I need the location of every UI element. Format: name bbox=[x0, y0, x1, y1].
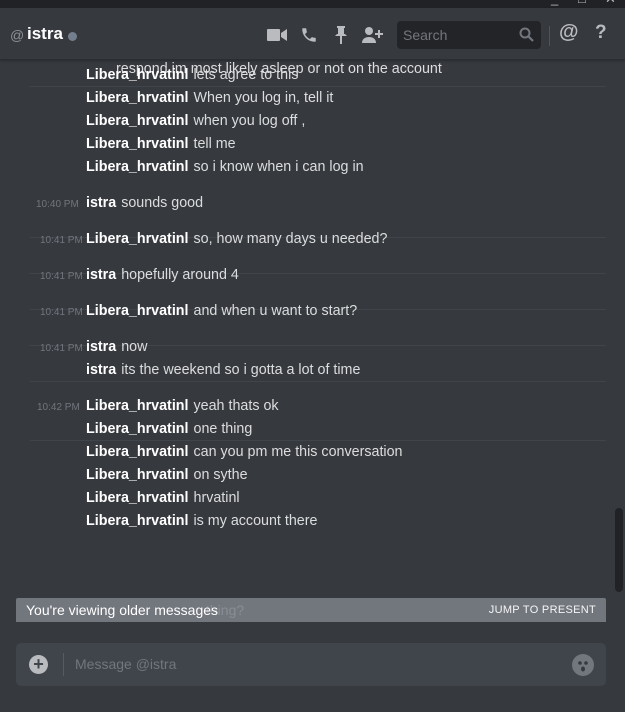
message-author[interactable]: Libera_hrvatinl bbox=[86, 90, 189, 106]
message-author[interactable]: Libera_hrvatinl bbox=[86, 467, 189, 483]
message-row: Libera_hrvatinl is my account there bbox=[86, 513, 317, 529]
message-author[interactable]: istra bbox=[86, 339, 116, 355]
message-timestamp: 10:41 PM bbox=[40, 343, 83, 354]
message-row: istra now bbox=[86, 339, 147, 355]
message-author[interactable]: Libera_hrvatinl bbox=[86, 490, 189, 506]
pin-icon[interactable] bbox=[330, 24, 352, 46]
message-text: so, how many days u needed? bbox=[193, 231, 388, 247]
older-messages-text: You're viewing older messages bbox=[26, 602, 219, 618]
minimize-icon[interactable]: _ bbox=[551, 0, 558, 6]
add-friend-icon[interactable] bbox=[362, 24, 384, 46]
message-row: Libera_hrvatinl so, how many days u neede… bbox=[86, 231, 387, 247]
message-input[interactable]: Message @istra bbox=[75, 656, 176, 672]
maximize-icon[interactable]: □ bbox=[578, 0, 586, 6]
message-text: on sythe bbox=[193, 467, 248, 483]
mentions-icon[interactable]: @ bbox=[559, 21, 579, 44]
message-row: Libera_hrvatinl hrvatinl bbox=[86, 490, 240, 506]
message-timestamp: 10:41 PM bbox=[40, 307, 83, 318]
message-text: now bbox=[121, 339, 148, 355]
close-window-icon[interactable]: ✕ bbox=[605, 0, 616, 6]
emoji-picker-icon[interactable] bbox=[572, 654, 594, 676]
video-call-icon[interactable] bbox=[266, 24, 288, 46]
message-group-divider bbox=[30, 381, 606, 382]
message-author[interactable]: Libera_hrvatinl bbox=[86, 113, 189, 129]
message-text: hopefully around 4 bbox=[121, 267, 239, 283]
composer-divider bbox=[63, 653, 64, 676]
message-timestamp: 10:41 PM bbox=[40, 271, 83, 282]
message-text: its the weekend so i gotta a lot of time bbox=[121, 362, 361, 378]
dm-at-icon: @ bbox=[10, 27, 25, 43]
message-timestamp: 10:42 PM bbox=[37, 402, 80, 413]
message-list: respond im most likely asleep or not on … bbox=[0, 60, 625, 622]
message-row: istra its the weekend so i gotta a lot of… bbox=[86, 362, 360, 378]
message-author[interactable]: istra bbox=[86, 267, 116, 283]
message-row: Libera_hrvatinl on sythe bbox=[86, 467, 248, 483]
message-text: one thing bbox=[193, 421, 253, 437]
message-row: Libera_hrvatinl When you log in, tell it bbox=[86, 90, 333, 106]
message-text: hrvatinl bbox=[193, 490, 240, 506]
message-row: Libera_hrvatinl lets agree to this bbox=[86, 67, 298, 83]
message-author[interactable]: Libera_hrvatinl bbox=[86, 421, 189, 437]
message-row: Libera_hrvatinl yeah thats ok bbox=[86, 398, 279, 414]
status-indicator bbox=[68, 32, 77, 41]
message-row: Libera_hrvatinl when you log off , bbox=[86, 113, 305, 129]
message-text: yeah thats ok bbox=[193, 398, 279, 414]
window-titlebar: _ □ ✕ bbox=[0, 0, 625, 8]
message-author[interactable]: Libera_hrvatinl bbox=[86, 303, 189, 319]
message-row: Libera_hrvatinl can you pm me this conver… bbox=[86, 444, 403, 460]
message-author[interactable]: istra bbox=[86, 195, 116, 211]
message-timestamp: 10:41 PM bbox=[40, 235, 83, 246]
message-text: is my account there bbox=[193, 513, 318, 529]
message-text: sounds good bbox=[121, 195, 204, 211]
message-group-divider bbox=[30, 440, 606, 441]
message-author[interactable]: Libera_hrvatinl bbox=[86, 67, 189, 83]
voice-call-icon[interactable] bbox=[298, 24, 320, 46]
message-row: istra hopefully around 4 bbox=[86, 267, 239, 283]
message-text: when you log off , bbox=[193, 113, 306, 129]
message-row: istra sounds good bbox=[86, 195, 203, 211]
jump-to-present-button[interactable]: JUMP TO PRESENT bbox=[489, 604, 596, 616]
message-author[interactable]: Libera_hrvatinl bbox=[86, 159, 189, 175]
message-author[interactable]: Libera_hrvatinl bbox=[86, 398, 189, 414]
message-author[interactable]: Libera_hrvatinl bbox=[86, 136, 189, 152]
search-placeholder: Search bbox=[403, 27, 448, 43]
header-divider bbox=[549, 26, 550, 46]
message-row: Libera_hrvatinl so i know when i can log … bbox=[86, 159, 364, 175]
message-author[interactable]: Libera_hrvatinl bbox=[86, 444, 189, 460]
message-author[interactable]: Libera_hrvatinl bbox=[86, 513, 189, 529]
message-group-divider bbox=[30, 86, 606, 87]
message-timestamp: 10:40 PM bbox=[36, 199, 79, 210]
scrollbar-thumb[interactable] bbox=[615, 508, 623, 592]
message-author[interactable]: Libera_hrvatinl bbox=[86, 231, 189, 247]
channel-name: istra bbox=[27, 24, 63, 43]
message-text: When you log in, tell it bbox=[193, 90, 334, 106]
message-text: and when u want to start? bbox=[193, 303, 358, 319]
help-icon[interactable]: ? bbox=[595, 22, 607, 44]
message-composer[interactable]: + Message @istra bbox=[16, 643, 606, 686]
message-row: Libera_hrvatinl one thing bbox=[86, 421, 252, 437]
message-text: lets agree to this bbox=[193, 67, 299, 83]
older-messages-bar: thing? You're viewing older messages JUM… bbox=[16, 598, 606, 622]
channel-header: @ istra Search @ ? bbox=[0, 8, 625, 60]
upload-plus-icon[interactable]: + bbox=[29, 655, 48, 674]
message-row: Libera_hrvatinl and when u want to start? bbox=[86, 303, 357, 319]
message-text: can you pm me this conversation bbox=[193, 444, 403, 460]
search-input[interactable]: Search bbox=[397, 21, 541, 49]
message-author[interactable]: istra bbox=[86, 362, 116, 378]
message-text: tell me bbox=[193, 136, 236, 152]
message-row: Libera_hrvatinl tell me bbox=[86, 136, 236, 152]
message-text: so i know when i can log in bbox=[193, 159, 364, 175]
search-icon bbox=[519, 27, 534, 47]
